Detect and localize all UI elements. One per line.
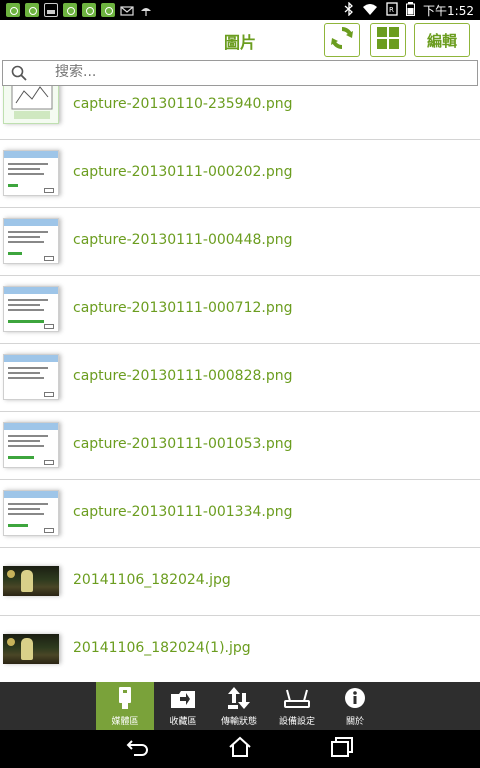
list-item[interactable]: capture-20130111-000828.png <box>0 344 480 412</box>
file-name: capture-20130110-235940.png <box>73 96 293 112</box>
list-item[interactable]: capture-20130111-001334.png <box>0 480 480 548</box>
recents-button[interactable] <box>330 736 354 762</box>
tab-favorites[interactable]: 收藏區 <box>154 682 212 730</box>
app-notification-icon <box>82 3 96 17</box>
status-bar: R 下午1:52 <box>0 0 480 20</box>
image-thumbnail <box>3 354 59 400</box>
app-notification-icon <box>25 3 39 17</box>
image-thumbnail <box>3 490 59 536</box>
search-bar[interactable] <box>2 60 478 86</box>
usb-device-icon <box>117 686 133 710</box>
image-thumbnail <box>3 422 59 468</box>
image-thumbnail <box>3 566 59 596</box>
grid-icon <box>376 26 400 54</box>
mail-icon <box>120 3 134 17</box>
info-icon <box>344 686 366 710</box>
bluetooth-icon <box>344 1 354 19</box>
tab-transfer-status[interactable]: 傳輸狀態 <box>210 682 268 730</box>
tab-device-settings[interactable]: 設備設定 <box>268 682 326 730</box>
router-icon <box>283 686 311 710</box>
app-notification-icon <box>6 3 20 17</box>
image-thumbnail <box>3 286 59 332</box>
svg-text:R: R <box>389 6 394 14</box>
home-button[interactable] <box>228 736 252 762</box>
file-name: capture-20130111-000202.png <box>73 164 293 180</box>
file-name: capture-20130111-000828.png <box>73 368 293 384</box>
list-item[interactable]: capture-20130111-000448.png <box>0 208 480 276</box>
tab-media[interactable]: 媒體區 <box>96 682 154 730</box>
home-icon <box>228 736 252 762</box>
tab-label: 媒體區 <box>111 717 139 727</box>
app-notification-icon <box>63 3 77 17</box>
tab-label: 傳輸狀態 <box>220 717 257 727</box>
folder-download-icon <box>169 686 197 710</box>
refresh-button[interactable] <box>324 23 360 57</box>
back-button[interactable] <box>126 738 150 760</box>
bottom-tab-bar: 媒體區 收藏區 傳輸狀態 設備設定 關於 <box>0 682 480 730</box>
file-name: 20141106_182024(1).jpg <box>73 640 251 656</box>
search-icon <box>11 65 27 85</box>
image-thumbnail <box>3 634 59 664</box>
refresh-icon <box>329 25 355 55</box>
list-item[interactable]: capture-20130111-000202.png <box>0 140 480 208</box>
system-icons: R 下午1:52 <box>344 1 474 19</box>
clock: 下午1:52 <box>423 4 474 18</box>
transfer-arrows-icon <box>226 686 252 710</box>
system-nav-bar <box>0 730 480 768</box>
list-item[interactable]: 20141106_182024(1).jpg <box>0 616 480 682</box>
image-notification-icon <box>44 3 58 17</box>
list-item[interactable]: 20141106_182024.jpg <box>0 548 480 616</box>
file-list: capture-20130110-235940.png capture-2013… <box>0 86 480 682</box>
tab-about[interactable]: 關於 <box>326 682 384 730</box>
list-item[interactable]: capture-20130111-001053.png <box>0 412 480 480</box>
file-name: capture-20130111-000712.png <box>73 300 293 316</box>
list-item[interactable]: capture-20130110-235940.png <box>0 86 480 140</box>
tab-label: 收藏區 <box>169 717 197 727</box>
search-input[interactable] <box>55 64 455 80</box>
tab-label: 關於 <box>345 717 364 727</box>
battery-icon <box>406 2 416 19</box>
grid-view-button[interactable] <box>370 23 406 57</box>
file-name: capture-20130111-001334.png <box>73 504 293 520</box>
page-title: 圖片 <box>223 33 256 52</box>
recents-icon <box>330 736 354 762</box>
list-item[interactable]: capture-20130111-000712.png <box>0 276 480 344</box>
tab-label: 設備設定 <box>278 717 315 727</box>
file-name: capture-20130111-000448.png <box>73 232 293 248</box>
notification-icons <box>6 3 153 17</box>
image-thumbnail <box>3 150 59 196</box>
edit-button[interactable]: 編輯 <box>414 23 470 57</box>
back-icon <box>126 737 150 761</box>
wifi-icon <box>362 2 378 19</box>
app-notification-icon <box>101 3 115 17</box>
action-bar: 圖片 編輯 <box>0 20 480 60</box>
file-name: 20141106_182024.jpg <box>73 572 231 588</box>
weather-icon <box>139 3 153 17</box>
file-name: capture-20130111-001053.png <box>73 436 293 452</box>
image-thumbnail <box>3 86 59 124</box>
image-thumbnail <box>3 218 59 264</box>
sim-icon: R <box>386 2 398 19</box>
